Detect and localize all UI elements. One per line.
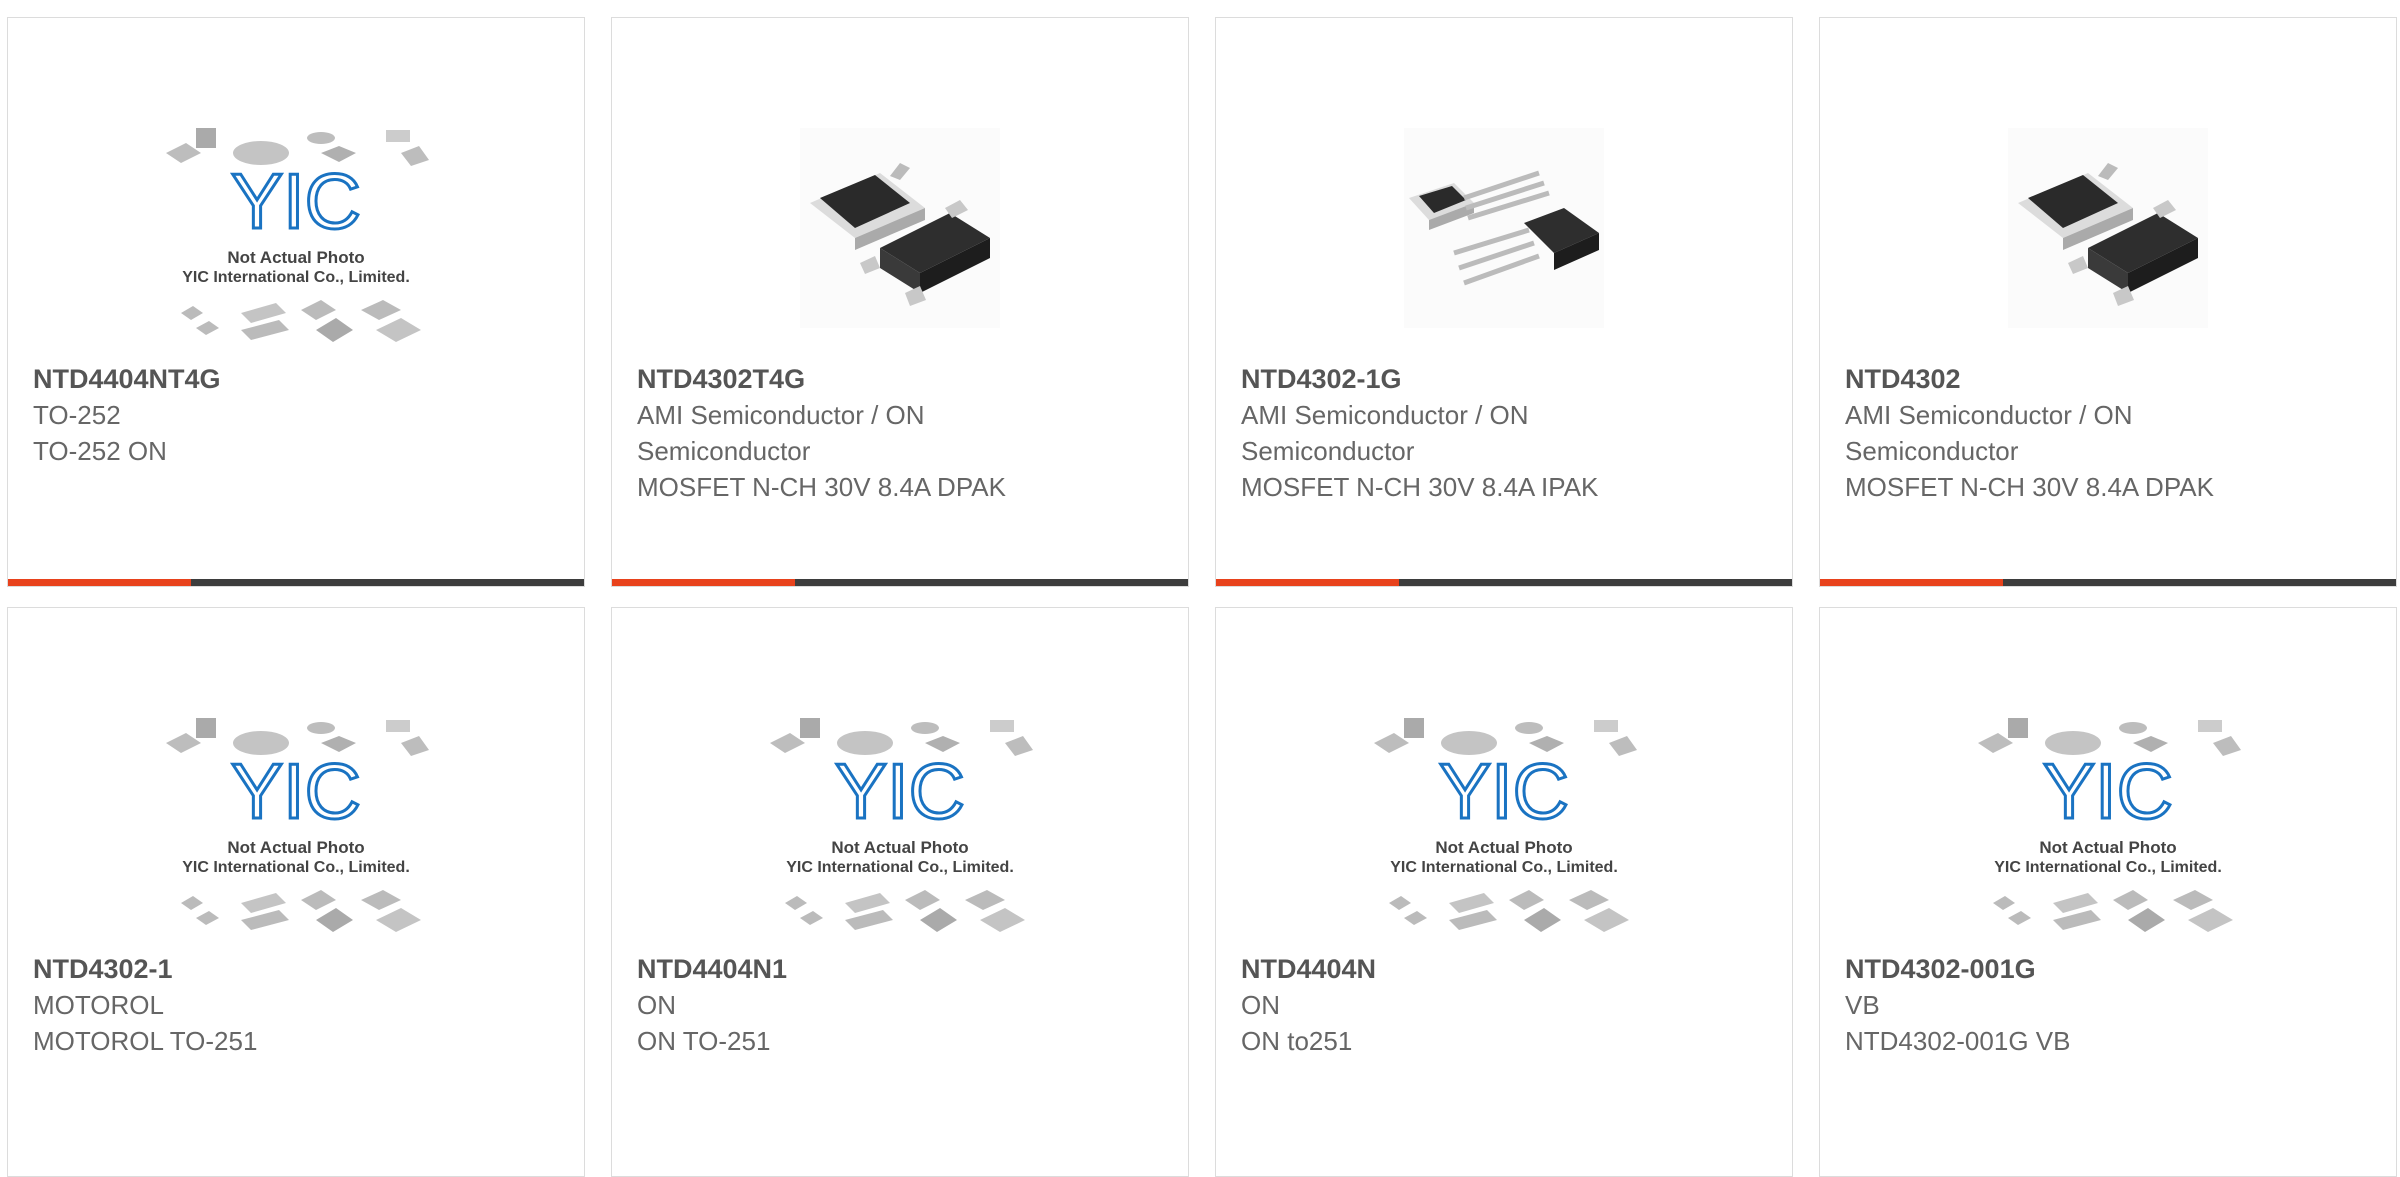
product-detail: Semiconductor	[1241, 436, 1415, 466]
yic-logo: YIC	[2043, 747, 2173, 835]
caption-company: YIC International Co., Limited.	[182, 859, 410, 876]
card-progress-accent	[612, 579, 795, 586]
card-progress-bar	[8, 579, 584, 586]
product-detail: NTD4302-001G VB	[1845, 1026, 2071, 1056]
part-number[interactable]: NTD4302	[1845, 361, 2376, 397]
product-card[interactable]: YIC Not Actual Photo YIC International C…	[7, 607, 585, 1177]
product-image-dpak	[1820, 88, 2396, 368]
product-card[interactable]: YIC Not Actual Photo YIC International C…	[1215, 607, 1793, 1177]
yic-logo: YIC	[231, 747, 361, 835]
product-detail: Semiconductor	[1845, 436, 2019, 466]
product-image-placeholder: YIC Not Actual Photo YIC International C…	[1820, 678, 2396, 958]
product-detail: ON to251	[1241, 1026, 1353, 1056]
part-number[interactable]: NTD4302T4G	[637, 361, 1168, 397]
product-detail: ON TO-251	[637, 1026, 771, 1056]
product-detail: MOSFET N-CH 30V 8.4A IPAK	[1241, 472, 1599, 502]
part-number[interactable]: NTD4404N1	[637, 951, 1168, 987]
caption-company: YIC International Co., Limited.	[786, 859, 1014, 876]
part-number[interactable]: NTD4404N	[1241, 951, 1772, 987]
product-detail: ON	[1241, 990, 1280, 1020]
card-progress-accent	[8, 579, 191, 586]
caption-not-actual: Not Actual Photo	[831, 838, 968, 857]
card-progress-bar	[1820, 579, 2396, 586]
caption-not-actual: Not Actual Photo	[1435, 838, 1572, 857]
card-progress-bar	[612, 579, 1188, 586]
product-detail: MOSFET N-CH 30V 8.4A DPAK	[637, 472, 1006, 502]
product-detail: MOSFET N-CH 30V 8.4A DPAK	[1845, 472, 2214, 502]
yic-logo: YIC	[835, 747, 965, 835]
yic-logo: YIC	[231, 157, 361, 245]
product-image-placeholder: YIC Not Actual Photo YIC International C…	[612, 678, 1188, 958]
part-number[interactable]: NTD4302-001G	[1845, 951, 2376, 987]
product-image-placeholder: YIC Not Actual Photo YIC International C…	[1216, 678, 1792, 958]
product-card[interactable]: YIC Not Actual Photo YIC International C…	[611, 607, 1189, 1177]
caption-not-actual: Not Actual Photo	[227, 248, 364, 267]
product-card[interactable]: NTD4302 AMI Semiconductor / ON Semicondu…	[1819, 17, 2397, 587]
product-card[interactable]: YIC Not Actual Photo YIC International C…	[7, 17, 585, 587]
product-detail: AMI Semiconductor / ON	[1241, 400, 1529, 430]
part-number[interactable]: NTD4404NT4G	[33, 361, 564, 397]
product-detail: MOTOROL	[33, 990, 164, 1020]
product-detail: Semiconductor	[637, 436, 811, 466]
product-image-ipak	[1216, 88, 1792, 368]
product-image-placeholder: YIC Not Actual Photo YIC International C…	[8, 678, 584, 958]
product-detail: AMI Semiconductor / ON	[637, 400, 925, 430]
product-detail: ON	[637, 990, 676, 1020]
product-card[interactable]: NTD4302-1G AMI Semiconductor / ON Semico…	[1215, 17, 1793, 587]
product-detail: MOTOROL TO-251	[33, 1026, 258, 1056]
card-progress-accent	[1216, 579, 1399, 586]
product-card[interactable]: NTD4302T4G AMI Semiconductor / ON Semico…	[611, 17, 1189, 587]
part-number[interactable]: NTD4302-1G	[1241, 361, 1772, 397]
caption-not-actual: Not Actual Photo	[2039, 838, 2176, 857]
caption-company: YIC International Co., Limited.	[182, 269, 410, 286]
card-progress-bar	[1216, 579, 1792, 586]
part-number[interactable]: NTD4302-1	[33, 951, 564, 987]
card-progress-accent	[1820, 579, 2003, 586]
product-image-placeholder: YIC Not Actual Photo YIC International C…	[8, 88, 584, 368]
yic-logo: YIC	[1439, 747, 1569, 835]
product-detail: VB	[1845, 990, 1880, 1020]
product-detail: TO-252 ON	[33, 436, 167, 466]
caption-company: YIC International Co., Limited.	[1994, 859, 2222, 876]
product-detail: AMI Semiconductor / ON	[1845, 400, 2133, 430]
product-detail: TO-252	[33, 400, 121, 430]
product-card[interactable]: YIC Not Actual Photo YIC International C…	[1819, 607, 2397, 1177]
product-image-dpak	[612, 88, 1188, 368]
caption-not-actual: Not Actual Photo	[227, 838, 364, 857]
caption-company: YIC International Co., Limited.	[1390, 859, 1618, 876]
